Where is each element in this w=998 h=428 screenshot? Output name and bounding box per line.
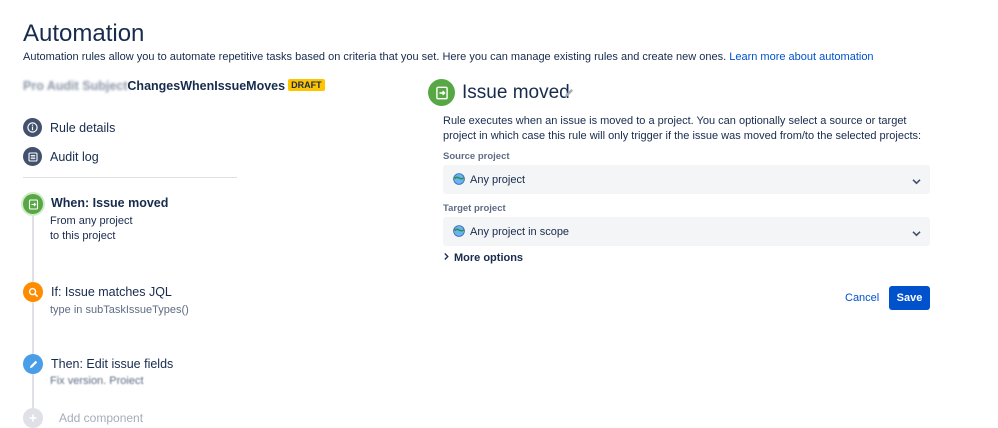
more-options-toggle[interactable]: More options (443, 252, 523, 264)
component-detail: Fix version, Project (50, 375, 144, 384)
sidebar-item-label: Audit log (50, 149, 99, 164)
pencil-icon (23, 354, 43, 374)
add-component-button[interactable]: Add component (23, 408, 143, 428)
panel-description: Rule executes when an issue is moved to … (443, 115, 922, 142)
rule-name-obscured: Pro Audit Subject (23, 79, 128, 93)
info-icon (23, 118, 42, 137)
connector-line (32, 214, 34, 282)
save-button[interactable]: Save (889, 286, 930, 310)
source-project-value: Any project (470, 173, 526, 186)
log-icon (23, 147, 42, 166)
sidebar-item-audit-log[interactable]: Audit log (23, 147, 99, 166)
sidebar-divider (23, 177, 237, 178)
component-action[interactable]: Then: Edit issue fields Fix version, Pro… (23, 354, 173, 384)
sidebar-item-label: Rule details (50, 120, 116, 135)
target-project-select[interactable]: Any project in scope (443, 217, 930, 246)
chevron-right-icon (443, 252, 450, 264)
globe-icon (453, 172, 465, 188)
component-condition[interactable]: If: Issue matches JQL type in subTaskIss… (23, 282, 189, 316)
globe-icon (453, 224, 465, 240)
edit-pencil-icon[interactable] (563, 86, 575, 102)
connector-line (32, 302, 34, 354)
rule-name-visible: ChangesWhenIssueMoves (127, 79, 286, 93)
panel-title: Issue moved (462, 82, 570, 103)
more-options-label: More options (454, 252, 524, 264)
page-description: Automation rules allow you to automate r… (23, 51, 874, 63)
component-detail: type in subTaskIssueTypes() (50, 304, 189, 316)
search-icon (23, 282, 43, 302)
component-detail: From any project (50, 215, 133, 227)
chevron-down-icon (911, 226, 922, 242)
sidebar-item-rule-details[interactable]: Rule details (23, 118, 115, 137)
issue-moved-icon (428, 79, 455, 106)
cancel-button[interactable]: Cancel (838, 286, 886, 310)
component-detail: to this project (50, 230, 116, 242)
component-trigger[interactable]: When: Issue moved From any project to th… (23, 194, 168, 242)
source-project-select[interactable]: Any project (443, 165, 930, 194)
description-text: Automation rules allow you to automate r… (23, 51, 727, 63)
component-title: If: Issue matches JQL (51, 285, 172, 299)
connector-line (32, 374, 34, 408)
plus-icon (23, 408, 43, 428)
source-project-label: Source project (443, 151, 510, 162)
component-title: Then: Edit issue fields (51, 357, 174, 371)
target-project-value: Any project in scope (470, 225, 570, 238)
page-title: Automation (23, 20, 145, 47)
draft-badge: DRAFT (288, 79, 325, 91)
learn-more-link[interactable]: Learn more about automation (729, 51, 873, 63)
issue-moved-icon (23, 194, 43, 214)
target-project-label: Target project (443, 203, 506, 214)
chevron-down-icon (911, 174, 922, 190)
rule-name: Pro Audit SubjectChangesWhenIssueMoves DR… (23, 79, 325, 93)
component-title: When: Issue moved (51, 196, 169, 210)
